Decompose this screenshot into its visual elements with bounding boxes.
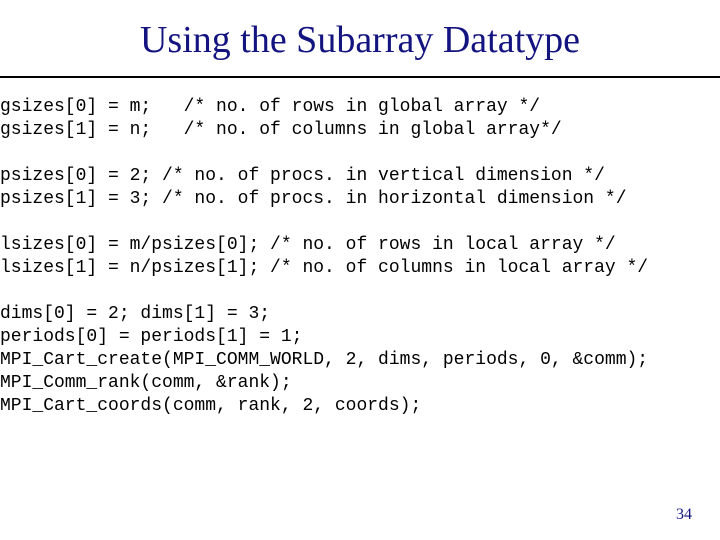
slide: Using the Subarray Datatype gsizes[0] = … xyxy=(0,0,720,540)
code-block: gsizes[0] = m; /* no. of rows in global … xyxy=(0,78,720,418)
slide-title: Using the Subarray Datatype xyxy=(0,0,720,70)
page-number: 34 xyxy=(676,506,692,524)
